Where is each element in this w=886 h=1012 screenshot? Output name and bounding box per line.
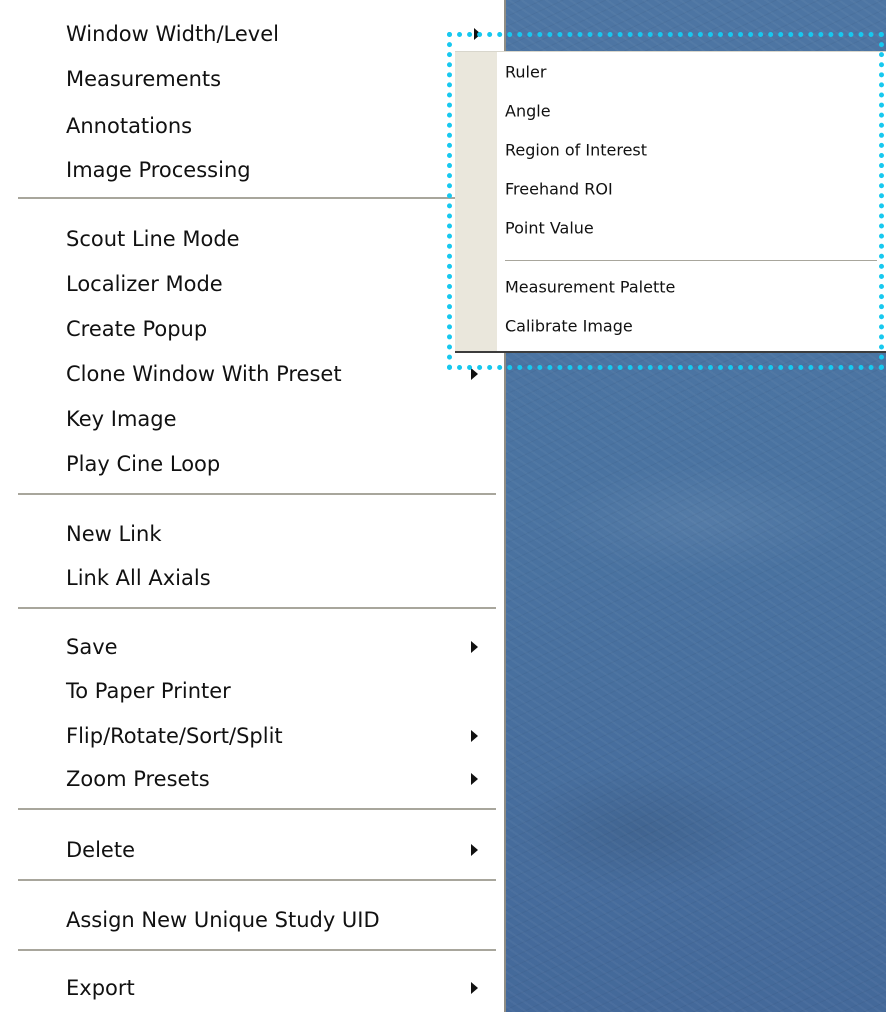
menu-item-label: New Link xyxy=(66,522,162,546)
menu-item-localizer-mode[interactable]: Localizer Mode xyxy=(0,264,504,304)
menu-item-save[interactable]: Save xyxy=(0,627,504,667)
menu-item-label: Flip/Rotate/Sort/Split xyxy=(66,724,283,748)
submenu-item-angle[interactable]: Angle xyxy=(455,94,886,128)
menu-item-label: Measurements xyxy=(66,67,222,91)
submenu-item-point-value[interactable]: Point Value xyxy=(455,211,886,245)
menu-separator xyxy=(18,949,496,951)
submenu-arrow-icon xyxy=(474,28,481,40)
menu-item-annotations[interactable]: Annotations xyxy=(0,106,504,146)
menu-item-label: Scout Line Mode xyxy=(66,227,240,251)
menu-item-label: Link All Axials xyxy=(66,566,211,590)
submenu-item-measurement-palette[interactable]: Measurement Palette xyxy=(455,270,886,304)
menu-item-create-popup[interactable]: Create Popup xyxy=(0,309,504,349)
menu-item-scout-line-mode[interactable]: Scout Line Mode xyxy=(0,219,504,259)
submenu-item-label: Angle xyxy=(505,101,551,121)
submenu-item-label: Point Value xyxy=(505,218,594,238)
menu-separator xyxy=(18,879,496,881)
menu-item-label: Assign New Unique Study UID xyxy=(66,908,380,932)
menu-item-label: Window Width/Level xyxy=(66,22,279,46)
submenu-separator xyxy=(505,260,877,261)
menu-item-label: Save xyxy=(66,635,118,659)
submenu-arrow-icon xyxy=(471,773,478,785)
menu-item-window-width-level[interactable]: Window Width/Level xyxy=(0,14,504,54)
submenu-item-label: Region of Interest xyxy=(505,140,648,160)
menu-item-new-link[interactable]: New Link xyxy=(0,514,504,554)
submenu-item-ruler[interactable]: Ruler xyxy=(455,55,886,89)
menu-item-label: Play Cine Loop xyxy=(66,452,221,476)
menu-item-label: Clone Window With Preset xyxy=(66,362,342,386)
submenu-item-label: Measurement Palette xyxy=(505,277,676,297)
menu-item-image-processing[interactable]: Image Processing xyxy=(0,150,504,190)
menu-item-label: Image Processing xyxy=(66,158,251,182)
menu-item-label: Zoom Presets xyxy=(66,767,210,791)
menu-item-key-image[interactable]: Key Image xyxy=(0,399,504,439)
context-menu: Window Width/Level Measurements Annotati… xyxy=(0,0,506,1012)
menu-item-flip-rotate-sort-split[interactable]: Flip/Rotate/Sort/Split xyxy=(0,716,504,756)
submenu-item-region-of-interest[interactable]: Region of Interest xyxy=(455,133,886,167)
submenu-arrow-icon xyxy=(471,368,478,380)
menu-separator xyxy=(18,197,496,199)
menu-separator xyxy=(18,493,496,495)
menu-item-measurements[interactable]: Measurements xyxy=(0,59,504,99)
measurements-submenu: Ruler Angle Region of Interest Freehand … xyxy=(455,51,886,353)
menu-item-delete[interactable]: Delete xyxy=(0,830,504,870)
menu-item-play-cine-loop[interactable]: Play Cine Loop xyxy=(0,444,504,484)
menu-item-link-all-axials[interactable]: Link All Axials xyxy=(0,558,504,598)
menu-item-zoom-presets[interactable]: Zoom Presets xyxy=(0,759,504,799)
submenu-item-label: Freehand ROI xyxy=(505,179,613,199)
menu-item-assign-new-unique-study-uid[interactable]: Assign New Unique Study UID xyxy=(0,900,504,940)
menu-item-label: Annotations xyxy=(66,114,193,138)
submenu-arrow-icon xyxy=(471,844,478,856)
menu-item-label: Delete xyxy=(66,838,135,862)
menu-item-clone-window-with-preset[interactable]: Clone Window With Preset xyxy=(0,354,504,394)
submenu-item-label: Calibrate Image xyxy=(505,316,633,336)
menu-separator xyxy=(18,607,496,609)
menu-item-label: Export xyxy=(66,976,135,1000)
menu-item-label: Localizer Mode xyxy=(66,272,223,296)
menu-separator xyxy=(18,808,496,810)
menu-item-export[interactable]: Export xyxy=(0,968,504,1008)
submenu-item-freehand-roi[interactable]: Freehand ROI xyxy=(455,172,886,206)
menu-item-label: To Paper Printer xyxy=(66,679,231,703)
menu-item-to-paper-printer[interactable]: To Paper Printer xyxy=(0,671,504,711)
submenu-item-calibrate-image[interactable]: Calibrate Image xyxy=(455,309,886,343)
submenu-arrow-icon xyxy=(471,641,478,653)
submenu-arrow-icon xyxy=(471,982,478,994)
menu-item-label: Create Popup xyxy=(66,317,208,341)
menu-item-label: Key Image xyxy=(66,407,177,431)
submenu-arrow-icon xyxy=(471,730,478,742)
submenu-item-label: Ruler xyxy=(505,62,547,82)
